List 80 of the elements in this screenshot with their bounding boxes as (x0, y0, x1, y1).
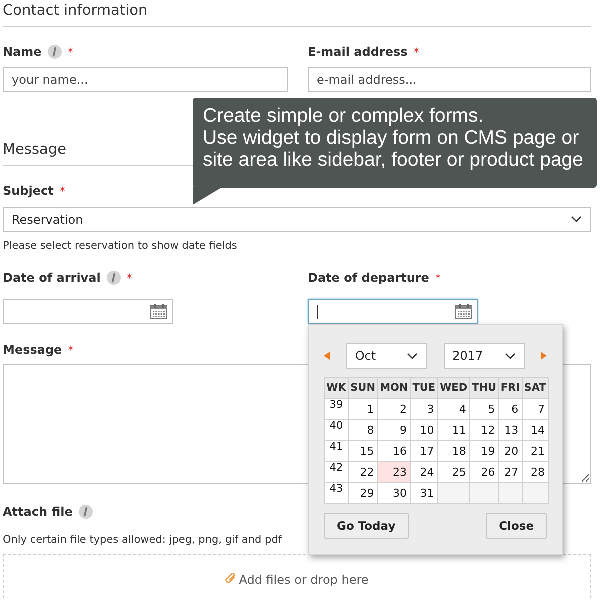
required-mark: * (68, 46, 74, 58)
field-label: E-mail address (308, 45, 408, 59)
required-mark: * (435, 272, 441, 284)
day-cell[interactable]: 24 (410, 462, 438, 482)
name-field[interactable]: your name... (3, 67, 288, 92)
tooltip-text: Create simple or complex forms. (203, 105, 485, 128)
email-field[interactable]: e-mail address... (308, 67, 591, 92)
day-cell[interactable]: 17 (410, 440, 438, 462)
column-header: SUN (348, 378, 378, 398)
column-header: FRI (498, 378, 522, 398)
help-text: Please select reservation to show date fields (3, 240, 238, 252)
day-cell[interactable]: 13 (498, 420, 522, 440)
week-number: 40 (324, 420, 348, 440)
day-cell[interactable]: 22 (348, 462, 378, 482)
calendar-icon[interactable] (455, 304, 473, 320)
section-heading: Contact information (3, 0, 591, 27)
day-cell[interactable]: 10 (410, 420, 438, 440)
day-cell[interactable]: 25 (438, 462, 470, 482)
field-label: Date of departure (308, 271, 430, 285)
day-cell[interactable]: 28 (522, 462, 548, 482)
info-icon[interactable] (78, 505, 93, 519)
chevron-down-icon (571, 216, 582, 223)
column-header: MON (378, 378, 411, 398)
day-cell[interactable]: 8 (348, 420, 378, 440)
day-cell[interactable]: 27 (498, 462, 522, 482)
required-mark: * (60, 184, 66, 198)
day-cell[interactable]: 6 (498, 398, 522, 420)
paperclip-icon (225, 573, 238, 585)
week-number: 42 (324, 462, 348, 482)
column-header: WK (324, 378, 348, 398)
field-label: Subject (3, 184, 54, 198)
previous-icon[interactable] (324, 352, 330, 360)
info-icon[interactable] (106, 271, 121, 285)
column-header: TUE (410, 378, 438, 398)
day-cell[interactable]: 21 (522, 440, 548, 462)
calendar-icon[interactable] (150, 304, 168, 320)
day-cell[interactable]: 31 (410, 482, 438, 504)
month-select[interactable]: Oct (346, 343, 428, 369)
subject-select[interactable]: Reservation (3, 207, 591, 232)
field-label: Message (3, 343, 62, 357)
day-cell[interactable]: 15 (348, 440, 378, 462)
day-cell[interactable]: 23 (378, 462, 411, 482)
day-cell[interactable]: 7 (522, 398, 548, 420)
next-icon[interactable] (540, 352, 547, 360)
field-label: Name (3, 45, 42, 59)
chevron-down-icon (504, 352, 516, 360)
day-cell[interactable]: 30 (378, 482, 411, 504)
required-mark: * (126, 272, 132, 284)
calendar-button[interactable]: Close (486, 513, 547, 539)
help-text: Only certain file types allowed: jpeg, png, gif and pdf (3, 534, 284, 546)
day-cell[interactable]: 26 (470, 462, 499, 482)
required-mark: * (68, 344, 74, 356)
column-header: SAT (522, 378, 548, 398)
info-icon[interactable] (48, 45, 62, 59)
day-cell[interactable]: 11 (438, 420, 470, 440)
day-cell[interactable]: 5 (470, 398, 499, 420)
day-cell[interactable]: 18 (438, 440, 470, 462)
day-cell[interactable]: 4 (438, 398, 470, 420)
required-mark: * (414, 46, 420, 58)
day-cell[interactable]: 20 (498, 440, 522, 462)
field-label: Date of arrival (3, 271, 101, 285)
day-cell[interactable]: 12 (470, 420, 499, 440)
week-number: 41 (324, 440, 348, 462)
day-cell[interactable]: 19 (470, 440, 499, 462)
day-cell[interactable]: 3 (410, 398, 438, 420)
day-cell[interactable]: 29 (348, 482, 378, 504)
column-header: WED (438, 378, 470, 398)
calendar-button[interactable]: Go Today (324, 513, 409, 539)
week-number: 43 (324, 482, 348, 504)
day-cell[interactable]: 1 (348, 398, 378, 420)
chevron-down-icon (407, 352, 418, 360)
day-cell[interactable]: 14 (522, 420, 548, 440)
week-number: 39 (324, 398, 348, 420)
year-select[interactable]: 2017 (444, 343, 525, 369)
day-cell[interactable]: 16 (378, 440, 411, 462)
column-header: THU (470, 378, 499, 398)
date-field[interactable] (3, 299, 173, 324)
field-label: Attach file (3, 505, 73, 519)
day-cell[interactable]: 2 (378, 398, 411, 420)
day-cell[interactable]: 9 (378, 420, 411, 440)
